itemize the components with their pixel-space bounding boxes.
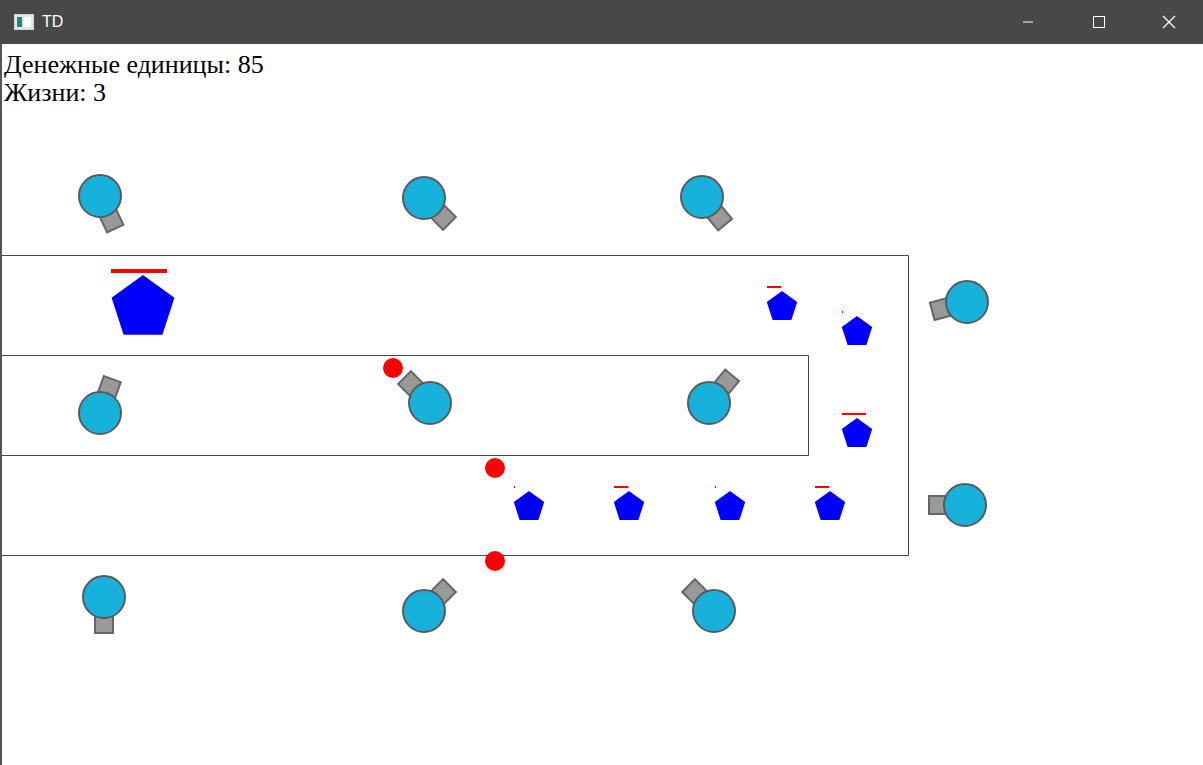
title-bar: TD [0, 0, 1203, 44]
bullet [485, 458, 505, 478]
enemy-shape [514, 491, 544, 520]
minimize-icon[interactable] [993, 0, 1063, 44]
enemy [842, 413, 872, 447]
tower-body [403, 177, 445, 219]
tower-body [944, 484, 986, 526]
enemy-shape [815, 491, 845, 520]
enemy [111, 269, 174, 335]
health-fill [842, 311, 843, 313]
tower-body [681, 176, 723, 218]
tower[interactable] [403, 177, 456, 230]
health-fill [815, 486, 829, 488]
tower-body [83, 576, 125, 618]
tower[interactable] [83, 576, 125, 633]
tower[interactable] [930, 281, 988, 323]
tower[interactable] [79, 175, 123, 232]
health-bar [815, 486, 829, 488]
enemy-shape [842, 418, 872, 447]
health-fill [715, 486, 716, 488]
close-icon[interactable] [1133, 0, 1203, 44]
bullet [485, 551, 505, 571]
health-fill [111, 269, 167, 273]
enemy [842, 311, 872, 345]
enemy-shape [715, 491, 745, 520]
health-bar [715, 486, 716, 488]
enemy-shape [112, 275, 175, 335]
health-bar [111, 269, 167, 273]
tower[interactable] [403, 579, 456, 632]
tower-body [79, 175, 121, 217]
health-fill [767, 286, 781, 288]
tower[interactable] [398, 371, 451, 424]
tower-body [403, 590, 445, 632]
tower[interactable] [688, 370, 739, 424]
tower-body [688, 382, 730, 424]
enemy-path [2, 256, 909, 556]
tower[interactable] [682, 579, 735, 632]
game-field[interactable] [2, 44, 1203, 765]
health-bar [842, 311, 843, 313]
health-bar [767, 286, 781, 288]
tower-body [409, 382, 451, 424]
health-bar [614, 486, 628, 488]
game-area[interactable]: Денежные единицы: 85 Жизни: 3 [0, 44, 1203, 765]
maximize-icon[interactable] [1063, 0, 1133, 44]
hud: Денежные единицы: 85 Жизни: 3 [2, 44, 1203, 107]
lives-label: Жизни: 3 [4, 79, 1203, 107]
health-bar [842, 413, 866, 415]
enemy-shape [614, 491, 644, 520]
path-inner [2, 356, 809, 456]
tower-body [693, 590, 735, 632]
window-title: TD [42, 10, 63, 34]
money-label: Денежные единицы: 85 [4, 51, 1203, 79]
tower-body [946, 281, 988, 323]
enemy [715, 486, 745, 520]
enemy [815, 486, 845, 520]
tower[interactable] [929, 484, 986, 526]
enemy-shape [767, 291, 797, 320]
health-fill [514, 486, 515, 488]
health-bar [514, 486, 515, 488]
app-icon [14, 14, 34, 30]
enemy-shape [842, 316, 872, 345]
tower[interactable] [681, 176, 732, 230]
enemy [614, 486, 644, 520]
enemy [767, 286, 797, 320]
health-fill [842, 413, 866, 415]
tower[interactable] [79, 376, 121, 434]
health-fill [614, 486, 628, 488]
tower-body [79, 392, 121, 434]
enemy [514, 486, 544, 520]
bullet [383, 358, 403, 378]
path-outer [2, 256, 909, 556]
